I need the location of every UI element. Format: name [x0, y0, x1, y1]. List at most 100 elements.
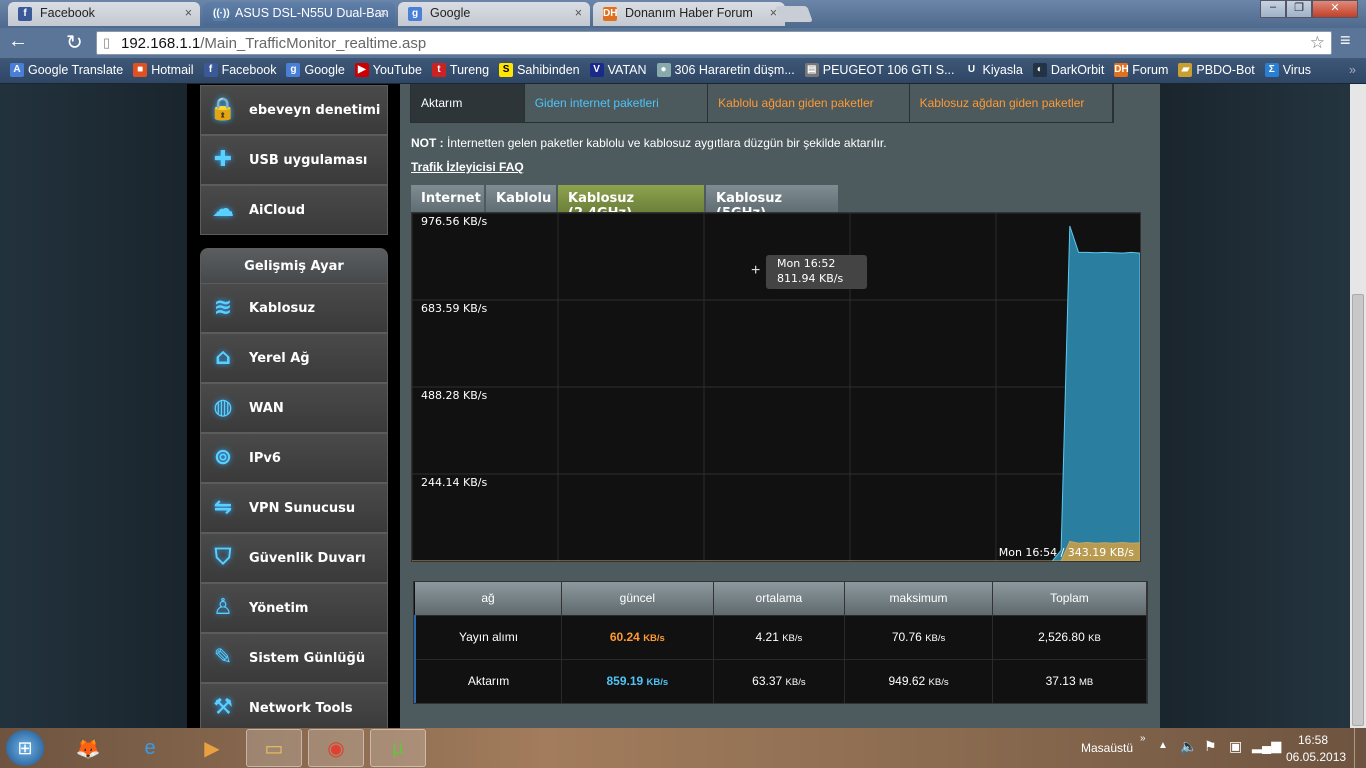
desktop-toolbar-label[interactable]: Masaüstü	[1081, 741, 1133, 755]
chart-legend: Aktarım Giden internet paketleri Kablolu a…	[410, 84, 1114, 123]
sidebar-item-yerel-a-[interactable]: ⌂ Yerel Ağ	[200, 333, 388, 383]
sidebar-item-wan[interactable]: ◍ WAN	[200, 383, 388, 433]
tools-icon: ⚒	[213, 695, 233, 720]
sidebar-item-label: WAN	[249, 400, 284, 416]
utorrent-taskbar-button[interactable]: µ	[370, 729, 426, 767]
show-desktop-button[interactable]	[1354, 728, 1366, 768]
internet-explorer-taskbar-button[interactable]: e	[122, 729, 178, 767]
back-icon[interactable]: ←	[8, 30, 28, 53]
bookmark-item[interactable]: Σ Virus	[1264, 63, 1311, 77]
faq-link[interactable]: Trafik İzleyicisi FAQ	[411, 160, 524, 174]
browser-tab[interactable]: ((·)) ASUS DSL-N55U Dual-Ban ×	[203, 2, 395, 26]
volume-icon[interactable]: 🔈	[1180, 738, 1197, 755]
value: 70.76	[891, 630, 922, 644]
new-tab-button[interactable]	[775, 6, 813, 22]
table-row: Yayın alımı 60.24 KB/s 4.21 KB/s 70.76 KB/s…	[414, 614, 1148, 659]
taskbar: ⊞ 🦊 e ▶ ▭ ◉ µ Masaüstü » ▲ 🔈 ⚑ ▣ ▂▄▆ 16:58 06…	[0, 728, 1366, 768]
bookmark-label: PEUGEOT 106 GTI S...	[822, 63, 955, 77]
close-tab-icon[interactable]: ×	[185, 6, 192, 20]
minimize-button[interactable]: –	[1260, 0, 1286, 18]
bookmark-item[interactable]: ● 306 Hararetin düşm...	[656, 63, 795, 77]
media-player-taskbar-button[interactable]: ▶	[184, 729, 240, 767]
unit: KB/s	[643, 633, 665, 644]
bookmark-icon: ▰	[1178, 63, 1193, 77]
sidebar-item-network-tools[interactable]: ⚒ Network Tools	[200, 683, 388, 728]
bookmark-icon: ●	[656, 63, 671, 77]
chart-tab[interactable]: Internet	[411, 185, 484, 212]
browser-tab[interactable]: g Google ×	[398, 2, 590, 26]
sidebar-item-ebeveyn-denetimi[interactable]: 🔒 ebeveyn denetimi	[200, 85, 388, 135]
bookmark-item[interactable]: t Tureng	[431, 63, 490, 77]
sidebar-item-ipv6[interactable]: ⊚ IPv6	[200, 433, 388, 483]
cell-total: 2,526.80 KB	[992, 614, 1148, 659]
bookmark-item[interactable]: ◐ DarkOrbit	[1032, 63, 1104, 77]
traffic-chart[interactable]: 976.56 KB/s 683.59 KB/s 488.28 KB/s 244.14 …	[411, 212, 1141, 562]
toolbar-expand[interactable]: »	[1140, 733, 1146, 744]
bookmark-item[interactable]: U Kiyasla	[965, 63, 1023, 77]
reload-icon[interactable]: ↻	[66, 30, 83, 55]
browser-tab[interactable]: f Facebook ×	[8, 2, 200, 26]
legend-item: Kablosuz ağdan giden paketler	[909, 84, 1113, 122]
menu-icon[interactable]: ≡	[1340, 30, 1351, 51]
clock-time[interactable]: 16:58	[1298, 733, 1328, 747]
network-signal-icon[interactable]: ▂▄▆	[1252, 738, 1281, 754]
bookmark-item[interactable]: g Google	[286, 63, 345, 77]
chart-tab[interactable]: Kablolu	[486, 185, 556, 212]
power-icon[interactable]: ▣	[1229, 738, 1242, 755]
action-center-flag-icon[interactable]: ⚑	[1204, 738, 1217, 755]
start-button[interactable]: ⊞	[6, 730, 44, 766]
bookmark-item[interactable]: ■ Hotmail	[133, 63, 194, 77]
browser-tab[interactable]: DH Donanım Haber Forum ×	[593, 2, 785, 26]
star-icon[interactable]: ☆	[1310, 33, 1325, 53]
bookmark-icon: A	[10, 63, 24, 77]
row-name: Aktarım	[414, 658, 563, 703]
chrome-taskbar-button[interactable]: ◉	[308, 729, 364, 767]
note-text: İnternetten gelen paketler kablolu ve ka…	[443, 136, 887, 150]
advanced-settings-header: Gelişmiş Ayar	[200, 248, 388, 284]
bookmark-item[interactable]: ▶ YouTube	[354, 63, 422, 77]
bookmark-label: Google Translate	[28, 63, 124, 77]
sidebar-item-y-netim[interactable]: ♙ Yönetim	[200, 583, 388, 633]
bookmark-item[interactable]: ▤ PEUGEOT 106 GTI S...	[804, 63, 955, 77]
bookmark-item[interactable]: f Facebook	[203, 63, 276, 77]
file-explorer-taskbar-button[interactable]: ▭	[246, 729, 302, 767]
crosshair-icon: +	[751, 262, 760, 279]
bookmark-item[interactable]: A Google Translate	[10, 63, 123, 77]
bookmark-label: Hotmail	[151, 63, 194, 77]
sidebar-item-vpn-sunucusu[interactable]: ⇋ VPN Sunucusu	[200, 483, 388, 533]
sidebar-item-label: Sistem Günlüğü	[249, 650, 366, 666]
clock-date[interactable]: 06.05.2013	[1286, 750, 1346, 764]
puzzle-icon: ✚	[213, 147, 233, 172]
scrollbar-thumb[interactable]	[1352, 294, 1364, 726]
tray-expand-icon[interactable]: ▲	[1158, 740, 1168, 751]
more-bookmarks-button[interactable]: »	[1349, 63, 1356, 77]
sidebar-item-label: Network Tools	[249, 700, 353, 716]
address-bar[interactable]: ▯ 192.168.1.1/Main_TrafficMonitor_realti…	[96, 31, 1332, 55]
sidebar-item-aicloud[interactable]: ☁ AiCloud	[200, 185, 388, 235]
close-tab-icon[interactable]: ×	[380, 6, 387, 20]
bookmark-item[interactable]: DH Forum	[1114, 63, 1168, 77]
y-tick-label: 976.56 KB/s	[421, 215, 487, 228]
bookmark-label: Kiyasla	[982, 63, 1023, 77]
sidebar-item-sistem-g-nl-[interactable]: ✎ Sistem Günlüğü	[200, 633, 388, 683]
bookmark-label: Sahibinden	[517, 63, 580, 77]
sidebar-item-g-venlik-duvar-[interactable]: ⛉ Güvenlik Duvarı	[200, 533, 388, 583]
bookmark-item[interactable]: V VATAN	[589, 63, 647, 77]
firefox-taskbar-button[interactable]: 🦊	[60, 729, 116, 767]
sidebar-item-usb-uygulamas-[interactable]: ✚ USB uygulaması	[200, 135, 388, 185]
bookmark-item[interactable]: ▰ PBDO-Bot	[1178, 63, 1255, 77]
maximize-button[interactable]: ❐	[1286, 0, 1312, 18]
value: 60.24	[609, 630, 640, 644]
column-header: güncel	[561, 582, 714, 615]
chart-tab[interactable]: Kablosuz (5GHz)	[706, 185, 838, 221]
close-window-button[interactable]: ✕	[1312, 0, 1358, 18]
close-tab-icon[interactable]: ×	[575, 6, 582, 20]
value: 949.62	[888, 674, 926, 689]
chart-tab[interactable]: Kablosuz (2.4GHz)	[558, 185, 704, 221]
bookmark-item[interactable]: S Sahibinden	[499, 63, 580, 77]
bookmark-label: Google	[304, 63, 345, 77]
value: 63.37	[752, 674, 783, 689]
unit: KB/s	[646, 677, 669, 689]
sidebar-item-kablosuz[interactable]: ≋ Kablosuz	[200, 283, 388, 333]
bookmark-label: Tureng	[449, 63, 490, 77]
